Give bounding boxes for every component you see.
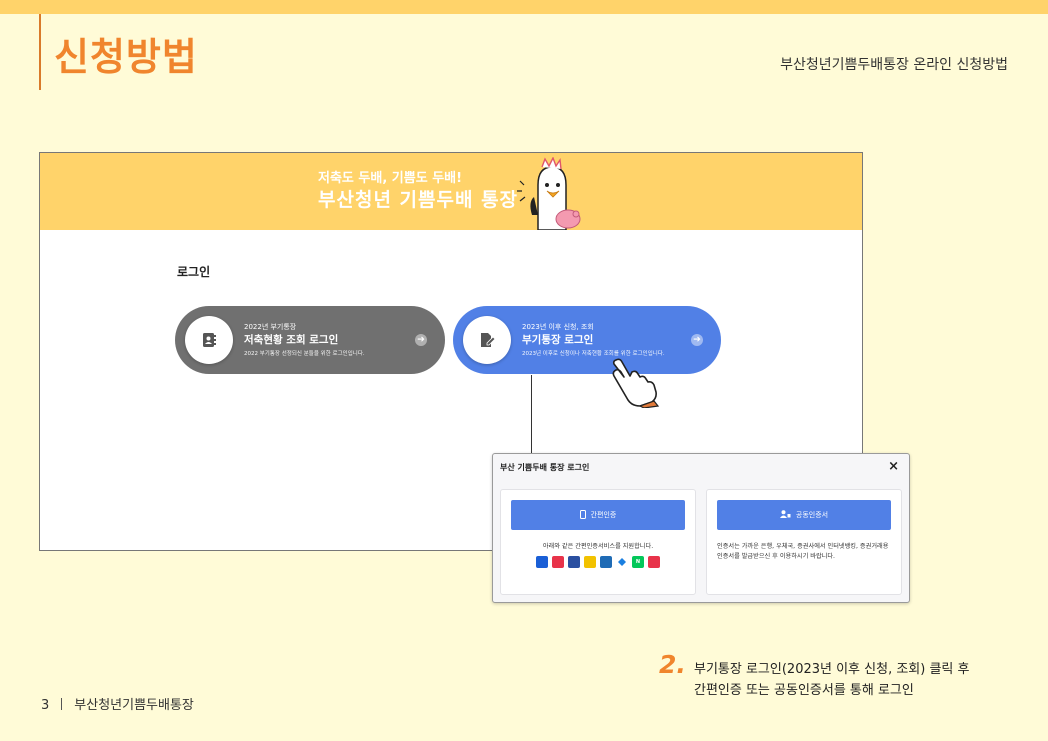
login-2022-button[interactable]: 2022년 부기통장 저축현황 조회 로그인 2022 부기통장 선정되신 분들… — [175, 306, 445, 374]
title-rule — [39, 14, 41, 90]
pointing-hand-icon — [612, 358, 660, 408]
document-edit-icon — [463, 316, 511, 364]
mascot-illustration — [517, 157, 581, 230]
joint-cert-button[interactable]: 공동인증서 — [717, 500, 891, 530]
login-2023-button[interactable]: 2023년 이후 신청, 조회 부기통장 로그인 2023년 이후로 신청이나 … — [453, 306, 721, 374]
promo-banner: 저축도 두배, 기쁨도 두배! 부산청년 기쁨두배 통장 — [40, 153, 862, 230]
phone-icon — [579, 509, 586, 521]
shinhan-icon — [600, 556, 612, 568]
step-line-1: 부기통장 로그인(2023년 이후 신청, 조회) 클릭 후 — [694, 662, 970, 677]
simple-auth-button[interactable]: 간편인증 — [511, 500, 685, 530]
modal-title: 부산 기쁨두배 통장 로그인 — [500, 463, 590, 472]
contact-book-icon — [185, 316, 233, 364]
joint-cert-card: 공동인증서 인증서는 가까운 은행, 우체국, 증권사에서 인터넷뱅킹, 증권거… — [706, 489, 902, 595]
login-2022-subtitle: 2022년 부기통장 — [244, 323, 297, 331]
login-2023-desc: 2023년 이후로 신청이나 저축현황 조회를 위한 로그인입니다. — [522, 351, 665, 357]
footer: 3 부산청년기쁨두배통장 — [41, 694, 194, 713]
arrow-right-icon: ➔ — [415, 334, 427, 346]
page-number: 3 — [41, 698, 50, 713]
joint-cert-label: 공동인증서 — [795, 511, 829, 519]
kakao-icon — [536, 556, 548, 568]
close-icon[interactable]: × — [888, 459, 899, 474]
joint-cert-text: 인증서는 가까운 은행, 우체국, 증권사에서 인터넷뱅킹, 증권거래용 인증서… — [717, 543, 889, 560]
banner-tagline: 저축도 두배, 기쁨도 두배! — [318, 171, 463, 186]
page-title: 신청방법 — [54, 35, 198, 79]
login-2023-title: 부기통장 로그인 — [522, 334, 594, 346]
payco-icon — [616, 556, 628, 568]
login-2023-subtitle: 2023년 이후 신청, 조회 — [522, 323, 594, 331]
arrow-right-icon: ➔ — [691, 334, 703, 346]
toss-icon — [552, 556, 564, 568]
login-2022-desc: 2022 부기통장 선정되신 분들을 위한 로그인입니다. — [244, 351, 365, 357]
nh-icon — [648, 556, 660, 568]
step-line-2: 간편인증 또는 공동인증서를 통해 로그인 — [694, 683, 914, 698]
user-certificate-icon — [779, 510, 791, 520]
step-number: 2. — [659, 650, 686, 679]
simple-auth-card: 간편인증 아래와 같은 간편인증서비스를 지원합니다. N — [500, 489, 696, 595]
simple-auth-text: 아래와 같은 간편인증서비스를 지원합니다. — [542, 543, 654, 550]
login-heading: 로그인 — [177, 265, 211, 279]
page-subtitle: 부산청년기쁨두배통장 온라인 신청방법 — [780, 57, 1008, 73]
footer-divider — [61, 698, 63, 710]
step-description: 부기통장 로그인(2023년 이후 신청, 조회) 클릭 후 간편인증 또는 공… — [694, 659, 969, 701]
auth-service-icons: N — [501, 556, 695, 568]
top-accent-bar — [0, 0, 1048, 14]
pass-icon — [568, 556, 580, 568]
login-2022-title: 저축현황 조회 로그인 — [244, 334, 339, 346]
footer-label: 부산청년기쁨두배통장 — [74, 698, 194, 713]
naver-icon: N — [632, 556, 644, 568]
banner-title: 부산청년 기쁨두배 통장 — [318, 189, 519, 211]
simple-auth-label: 간편인증 — [590, 511, 617, 519]
kb-icon — [584, 556, 596, 568]
login-modal: 부산 기쁨두배 통장 로그인 × 간편인증 아래와 같은 간편인증서비스를 지원… — [492, 453, 910, 603]
